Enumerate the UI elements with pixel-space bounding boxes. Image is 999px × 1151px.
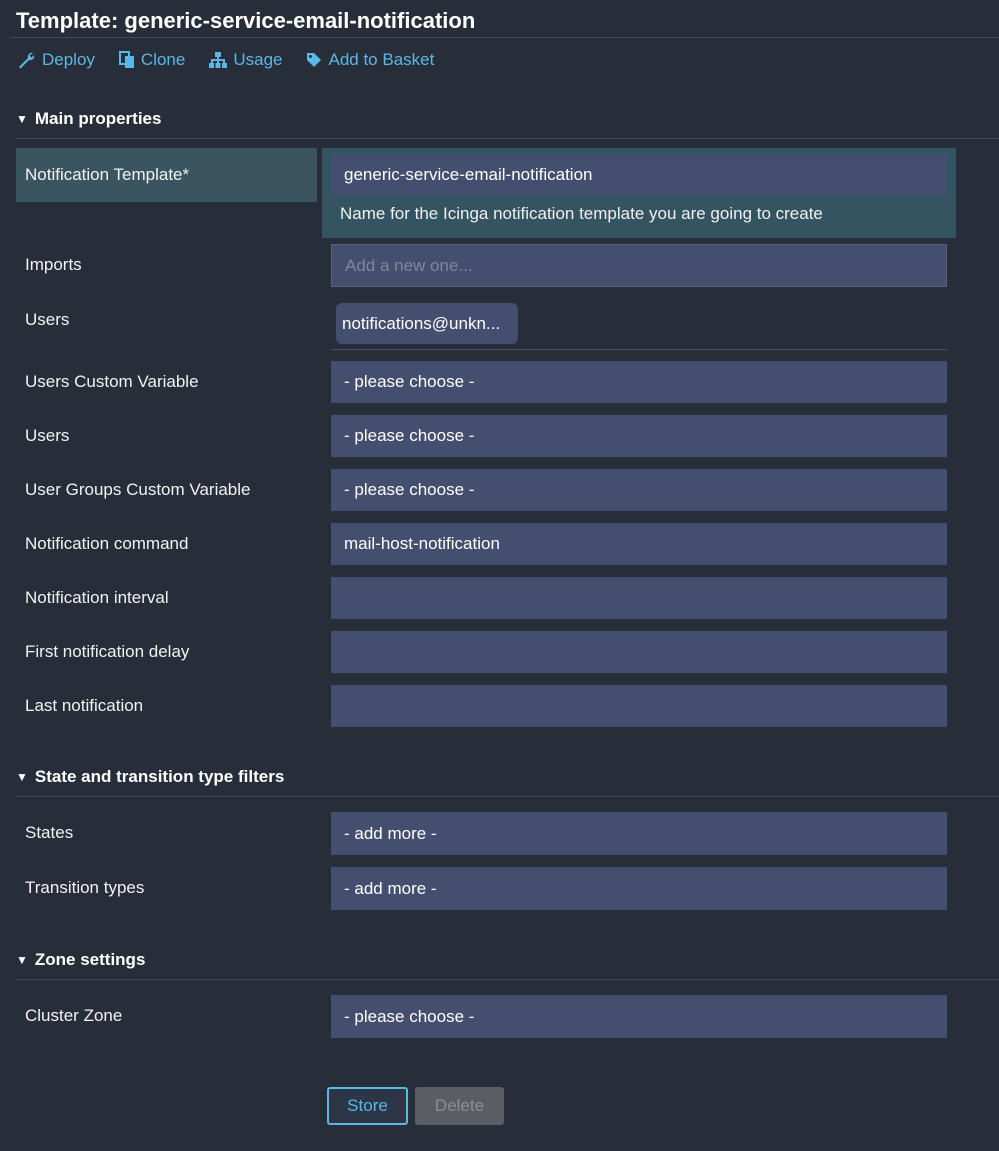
section-zone-settings[interactable]: ▼ Zone settings bbox=[16, 950, 145, 970]
caret-down-icon: ▼ bbox=[16, 770, 28, 784]
cluster-zone-label: Cluster Zone bbox=[25, 1006, 123, 1025]
usage-button[interactable]: Usage bbox=[209, 50, 282, 70]
states-label: States bbox=[25, 823, 74, 842]
users-select-label: Users bbox=[25, 426, 70, 445]
notification-template-hint: Name for the Icinga notification templat… bbox=[340, 204, 823, 223]
section-main-properties[interactable]: ▼ Main properties bbox=[16, 109, 161, 129]
states-select[interactable]: - add more - bbox=[331, 812, 947, 855]
imports-label: Imports bbox=[25, 255, 82, 274]
title-divider bbox=[10, 37, 999, 38]
users-select[interactable]: - please choose - bbox=[331, 415, 947, 457]
notification-interval-label: Notification interval bbox=[25, 588, 169, 607]
usage-label: Usage bbox=[233, 50, 283, 69]
first-notification-delay-label: First notification delay bbox=[25, 642, 190, 661]
transition-types-label: Transition types bbox=[25, 878, 145, 897]
user-groups-custom-variable-label: User Groups Custom Variable bbox=[25, 480, 251, 499]
users-custom-variable-select[interactable]: - please choose - bbox=[331, 361, 947, 403]
caret-down-icon: ▼ bbox=[16, 953, 28, 967]
users-divider bbox=[331, 349, 947, 350]
page-title: Template: generic-service-email-notifica… bbox=[16, 8, 476, 33]
caret-down-icon: ▼ bbox=[16, 112, 28, 126]
section-main-title: Main properties bbox=[34, 109, 162, 128]
section-divider bbox=[16, 138, 999, 139]
notification-template-input[interactable]: generic-service-email-notification bbox=[331, 154, 947, 196]
first-notification-delay-input[interactable] bbox=[331, 631, 947, 673]
copy-icon bbox=[118, 51, 134, 68]
action-bar: Deploy Clone Usage Add to Basket bbox=[16, 50, 458, 70]
users-custom-variable-label: Users Custom Variable bbox=[25, 372, 199, 391]
section-divider bbox=[16, 796, 999, 797]
imports-placeholder: Add a new one... bbox=[345, 255, 473, 275]
last-notification-label: Last notification bbox=[25, 696, 144, 715]
deploy-button[interactable]: Deploy bbox=[16, 50, 95, 70]
users-label: Users bbox=[25, 310, 70, 329]
transition-types-select[interactable]: - add more - bbox=[331, 867, 947, 910]
section-divider bbox=[16, 979, 999, 980]
last-notification-input[interactable] bbox=[331, 685, 947, 727]
store-button[interactable]: Store bbox=[327, 1087, 408, 1125]
clone-label: Clone bbox=[140, 50, 186, 69]
tag-icon bbox=[307, 53, 322, 67]
sitemap-icon bbox=[209, 51, 228, 68]
cluster-zone-select[interactable]: - please choose - bbox=[331, 995, 947, 1038]
notification-interval-input[interactable] bbox=[331, 577, 947, 619]
notification-command-label: Notification command bbox=[25, 534, 189, 553]
section-zone-title: Zone settings bbox=[34, 950, 146, 969]
deploy-label: Deploy bbox=[42, 50, 95, 69]
add-to-basket-button[interactable]: Add to Basket bbox=[306, 50, 434, 70]
imports-input[interactable]: Add a new one... bbox=[331, 244, 947, 287]
delete-button[interactable]: Delete bbox=[415, 1087, 504, 1125]
wrench-icon bbox=[19, 52, 35, 69]
user-chip[interactable]: notifications@unkn... bbox=[336, 303, 518, 344]
notification-command-select[interactable]: mail-host-notification bbox=[331, 523, 947, 565]
notification-template-label: Notification Template* bbox=[25, 165, 190, 184]
user-groups-custom-variable-select[interactable]: - please choose - bbox=[331, 469, 947, 511]
add-to-basket-label: Add to Basket bbox=[328, 50, 435, 69]
section-filters-title: State and transition type filters bbox=[34, 767, 285, 786]
clone-button[interactable]: Clone bbox=[118, 50, 186, 70]
section-filters[interactable]: ▼ State and transition type filters bbox=[16, 767, 284, 787]
